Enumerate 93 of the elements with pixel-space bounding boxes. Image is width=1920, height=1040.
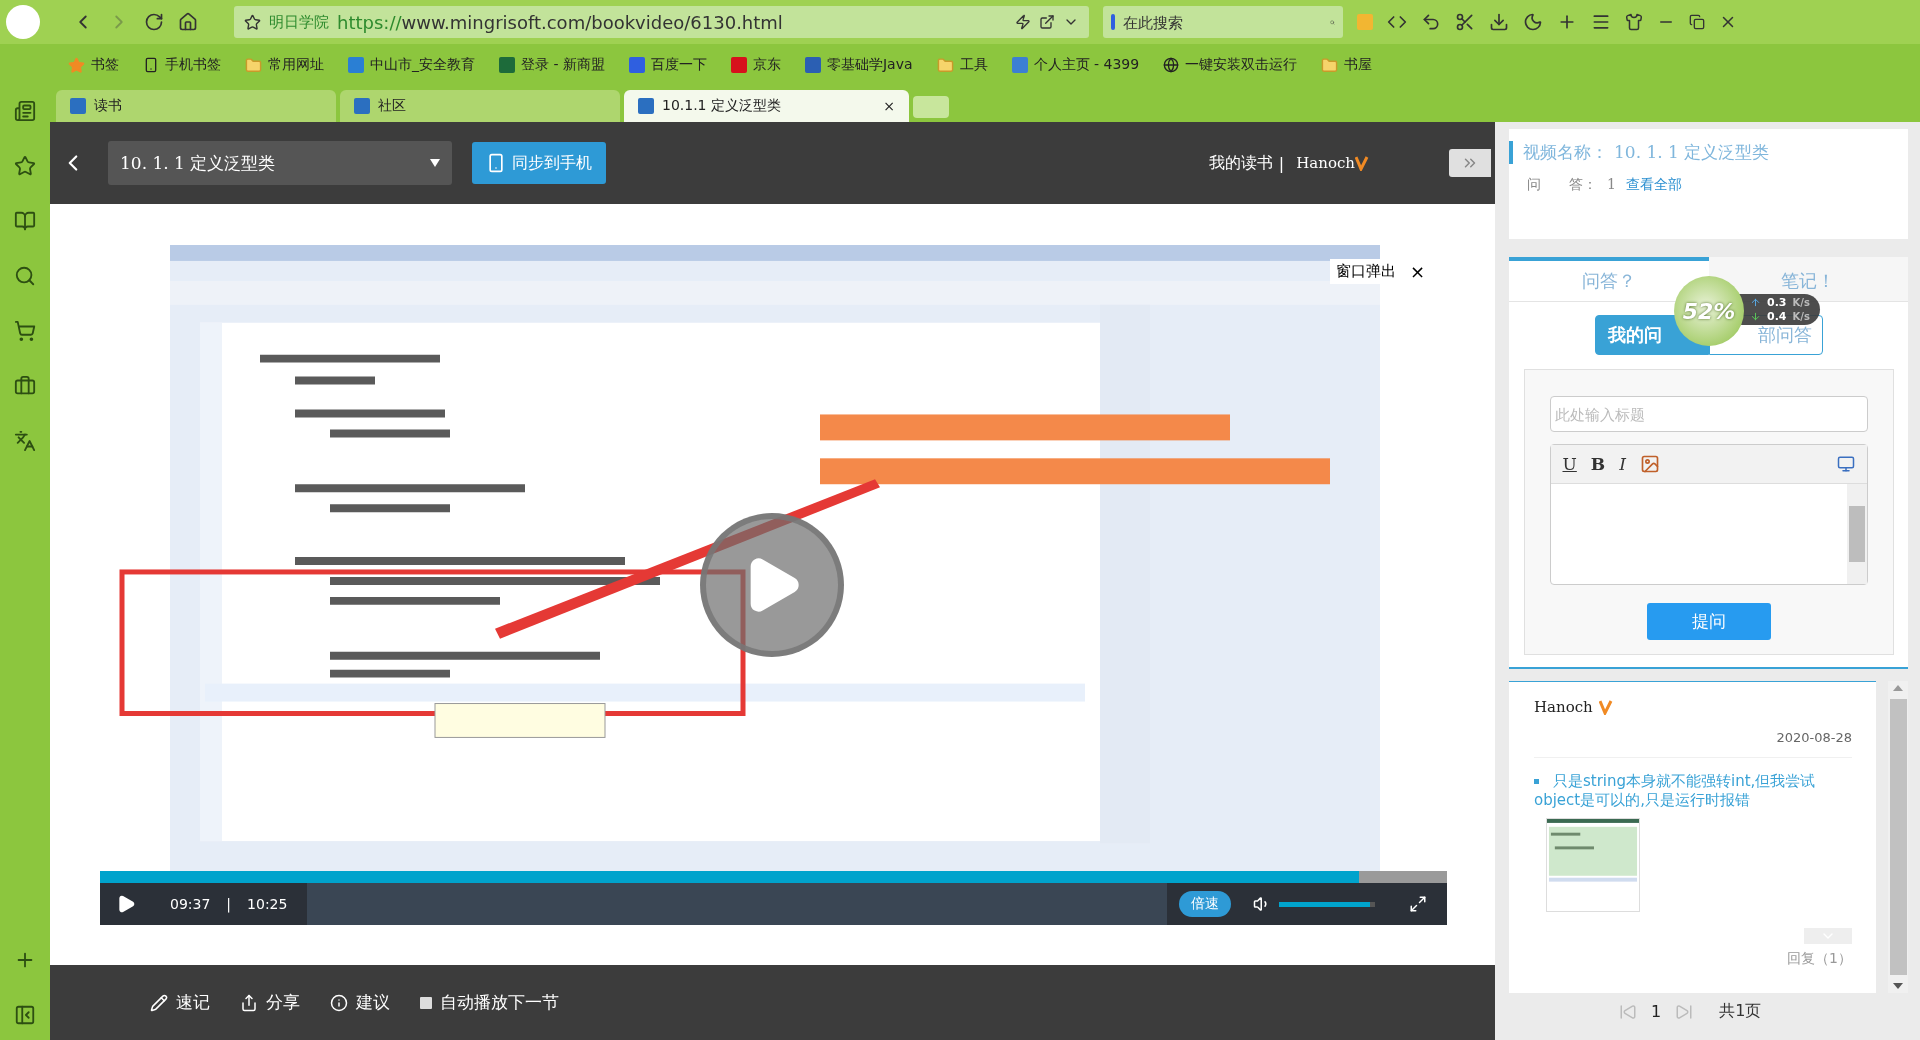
toolbar-action[interactable]: 分享 [240,991,300,1014]
view-all-link[interactable]: 查看全部 [1625,176,1682,194]
refresh-icon[interactable] [144,12,164,32]
editor-field[interactable]: U B I [1549,444,1868,585]
toolbar-action[interactable]: 建议 [330,991,390,1014]
translate-icon[interactable] [14,430,36,452]
page-total: 共1页 [1719,1001,1762,1022]
undo-icon[interactable] [1421,12,1441,32]
caret-icon [430,159,440,167]
user-name: Hanoch [1296,154,1355,172]
star-icon [68,56,85,74]
folder-icon [245,56,262,74]
my-books-link[interactable]: 我的读书 [1208,152,1273,174]
share-icon [240,993,258,1012]
download-icon [1750,311,1761,322]
monitor-icon[interactable] [1836,455,1855,473]
bookmark[interactable]: 手机书签 [143,56,221,74]
toolbar-action[interactable]: 速记 [150,991,210,1014]
site-logo-icon [638,98,654,114]
site-label: 明日学院 [269,12,329,32]
format-button[interactable]: B [1590,454,1606,474]
scrollbar-thumb[interactable] [1889,699,1907,975]
globe-icon [1163,57,1180,73]
page-number[interactable]: 1 [1651,1002,1662,1021]
pencil-icon [150,993,168,1012]
folder-icon [936,56,954,74]
video-name: 10. 1. 1 定义泛型类 [1614,141,1770,164]
menu-icon[interactable] [1591,12,1611,32]
answer-text: 只是string本身就不能强转int,但我尝试object是可以的,只是运行时报错 [1534,772,1817,810]
current-time: 09:37 [170,896,211,912]
browser-tab[interactable]: 社区 [340,90,620,122]
star-icon[interactable] [244,13,261,31]
collapse-icon[interactable] [14,1004,36,1026]
briefcase-icon[interactable] [14,375,36,397]
download-icon[interactable] [1489,12,1509,32]
site-logo-icon [70,98,86,114]
folder-icon [1321,56,1339,74]
shirt-icon[interactable] [1625,13,1643,31]
qa-label: 问 答： [1527,176,1597,194]
bookmark[interactable]: 个人主页 - 4399 [1011,56,1140,74]
star-icon[interactable] [14,155,36,177]
separator: | [226,896,232,912]
tab-close[interactable]: × [883,98,895,114]
lesson-select[interactable]: 10. 1. 1 定义泛型类 [108,141,452,185]
qa-count: 1 [1607,176,1616,194]
upload-icon [1750,297,1761,308]
format-button[interactable]: I [1619,454,1626,474]
book-icon[interactable] [14,210,36,232]
bookmark[interactable]: 零基础学Java [804,56,913,74]
play-icon[interactable] [116,894,136,914]
search-field[interactable]: 在此搜索 [1121,12,1325,32]
bookmark[interactable]: 书屋 [1321,56,1373,74]
phone-icon [143,57,159,73]
scroll-up-icon[interactable] [1893,685,1903,691]
phone-icon [486,153,506,173]
lightning-icon[interactable] [1015,14,1031,30]
separator: | [1278,153,1285,173]
bookmark[interactable]: 中山市_安全教育 [348,56,475,74]
search-bar[interactable]: 在此搜索 [1103,6,1343,38]
bookmark[interactable]: 一键安装双击运行 [1163,56,1298,74]
checkbox[interactable] [420,996,432,1009]
fullscreen-icon[interactable] [1409,895,1427,913]
bookmark[interactable]: 登录 - 新商盟 [499,56,605,74]
site-logo-icon [354,98,370,114]
answer-date: 2020-08-28 [1534,730,1852,758]
address-field[interactable]: 明日学院 https://www.mingrisoft.com/bookvideo/6130.html [234,6,1089,38]
title-input[interactable]: 此处输入标题 [1549,396,1868,432]
video-name-label: 视频名称： [1523,141,1608,164]
scissors-icon[interactable] [1455,12,1475,32]
bookmark[interactable]: 百度一下 [628,56,707,74]
image-icon[interactable] [1639,454,1660,474]
home-icon[interactable] [178,12,198,32]
bookmark[interactable]: 常用网址 [245,56,324,74]
close-button[interactable]: × [1409,261,1425,282]
duration: 10:25 [247,896,288,912]
info-icon [330,993,348,1012]
bookmark[interactable]: 京东 [730,56,781,74]
toolbar-action[interactable]: 自动播放下一节 [420,991,559,1014]
bookmark[interactable]: 工具 [936,56,988,74]
bookmark[interactable]: 书签 [68,56,119,74]
browser-tab[interactable]: 读书 [56,90,336,122]
cart-icon[interactable] [14,320,36,342]
url-text: https://www.mingrisoft.com/bookvideo/6130.html [337,11,784,33]
format-button[interactable]: U [1562,454,1577,474]
share-icon[interactable] [1039,14,1055,30]
restore-icon[interactable] [1689,14,1705,30]
scroll-down-icon[interactable] [1893,983,1903,989]
search-icon[interactable] [14,265,36,287]
browser-tab[interactable]: 10.1.1 定义泛型类 × [624,90,909,122]
moon-icon[interactable] [1523,12,1543,32]
user-name: Hanoch [1534,698,1593,716]
volume-slider[interactable] [1279,901,1375,907]
news-icon[interactable] [14,100,36,122]
